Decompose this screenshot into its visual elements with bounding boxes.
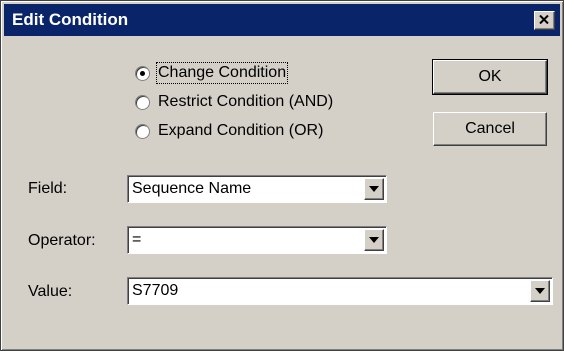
chevron-down-icon — [369, 237, 379, 243]
field-label: Field: — [28, 180, 68, 197]
field-combobox[interactable]: Sequence Name — [127, 175, 387, 203]
operator-combobox[interactable]: = — [127, 226, 387, 254]
operator-value: = — [132, 231, 142, 248]
radio-button[interactable] — [135, 94, 150, 110]
radio-change-condition[interactable]: Change Condition — [135, 62, 289, 84]
value-dropdown-button[interactable] — [530, 280, 550, 302]
radio-button-selected[interactable] — [135, 65, 150, 81]
value-combobox[interactable]: S7709 — [127, 277, 553, 305]
radio-selected-dot — [140, 70, 145, 76]
ok-button[interactable]: OK — [432, 59, 548, 95]
dialog-title: Edit Condition — [12, 10, 129, 29]
radio-label-restrict-condition[interactable]: Restrict Condition (AND) — [157, 92, 334, 112]
chevron-down-icon — [369, 186, 379, 192]
operator-label: Operator: — [28, 232, 96, 249]
edit-condition-dialog: Edit Condition Change Condition Restrict… — [0, 0, 564, 351]
radio-label-expand-condition[interactable]: Expand Condition (OR) — [157, 121, 324, 141]
title-bar[interactable]: Edit Condition — [4, 4, 560, 36]
value-label: Value: — [28, 283, 73, 300]
chevron-down-icon — [535, 288, 545, 294]
radio-expand-condition[interactable]: Expand Condition (OR) — [135, 120, 324, 142]
field-dropdown-button[interactable] — [364, 178, 384, 200]
field-value: Sequence Name — [132, 180, 252, 197]
close-icon — [539, 15, 549, 24]
cancel-button[interactable]: Cancel — [433, 112, 547, 146]
radio-label-change-condition[interactable]: Change Condition — [155, 62, 289, 84]
close-button[interactable] — [534, 11, 555, 30]
radio-restrict-condition[interactable]: Restrict Condition (AND) — [135, 91, 334, 113]
value-value[interactable]: S7709 — [132, 281, 178, 301]
radio-button[interactable] — [135, 123, 150, 139]
operator-dropdown-button[interactable] — [364, 229, 384, 251]
